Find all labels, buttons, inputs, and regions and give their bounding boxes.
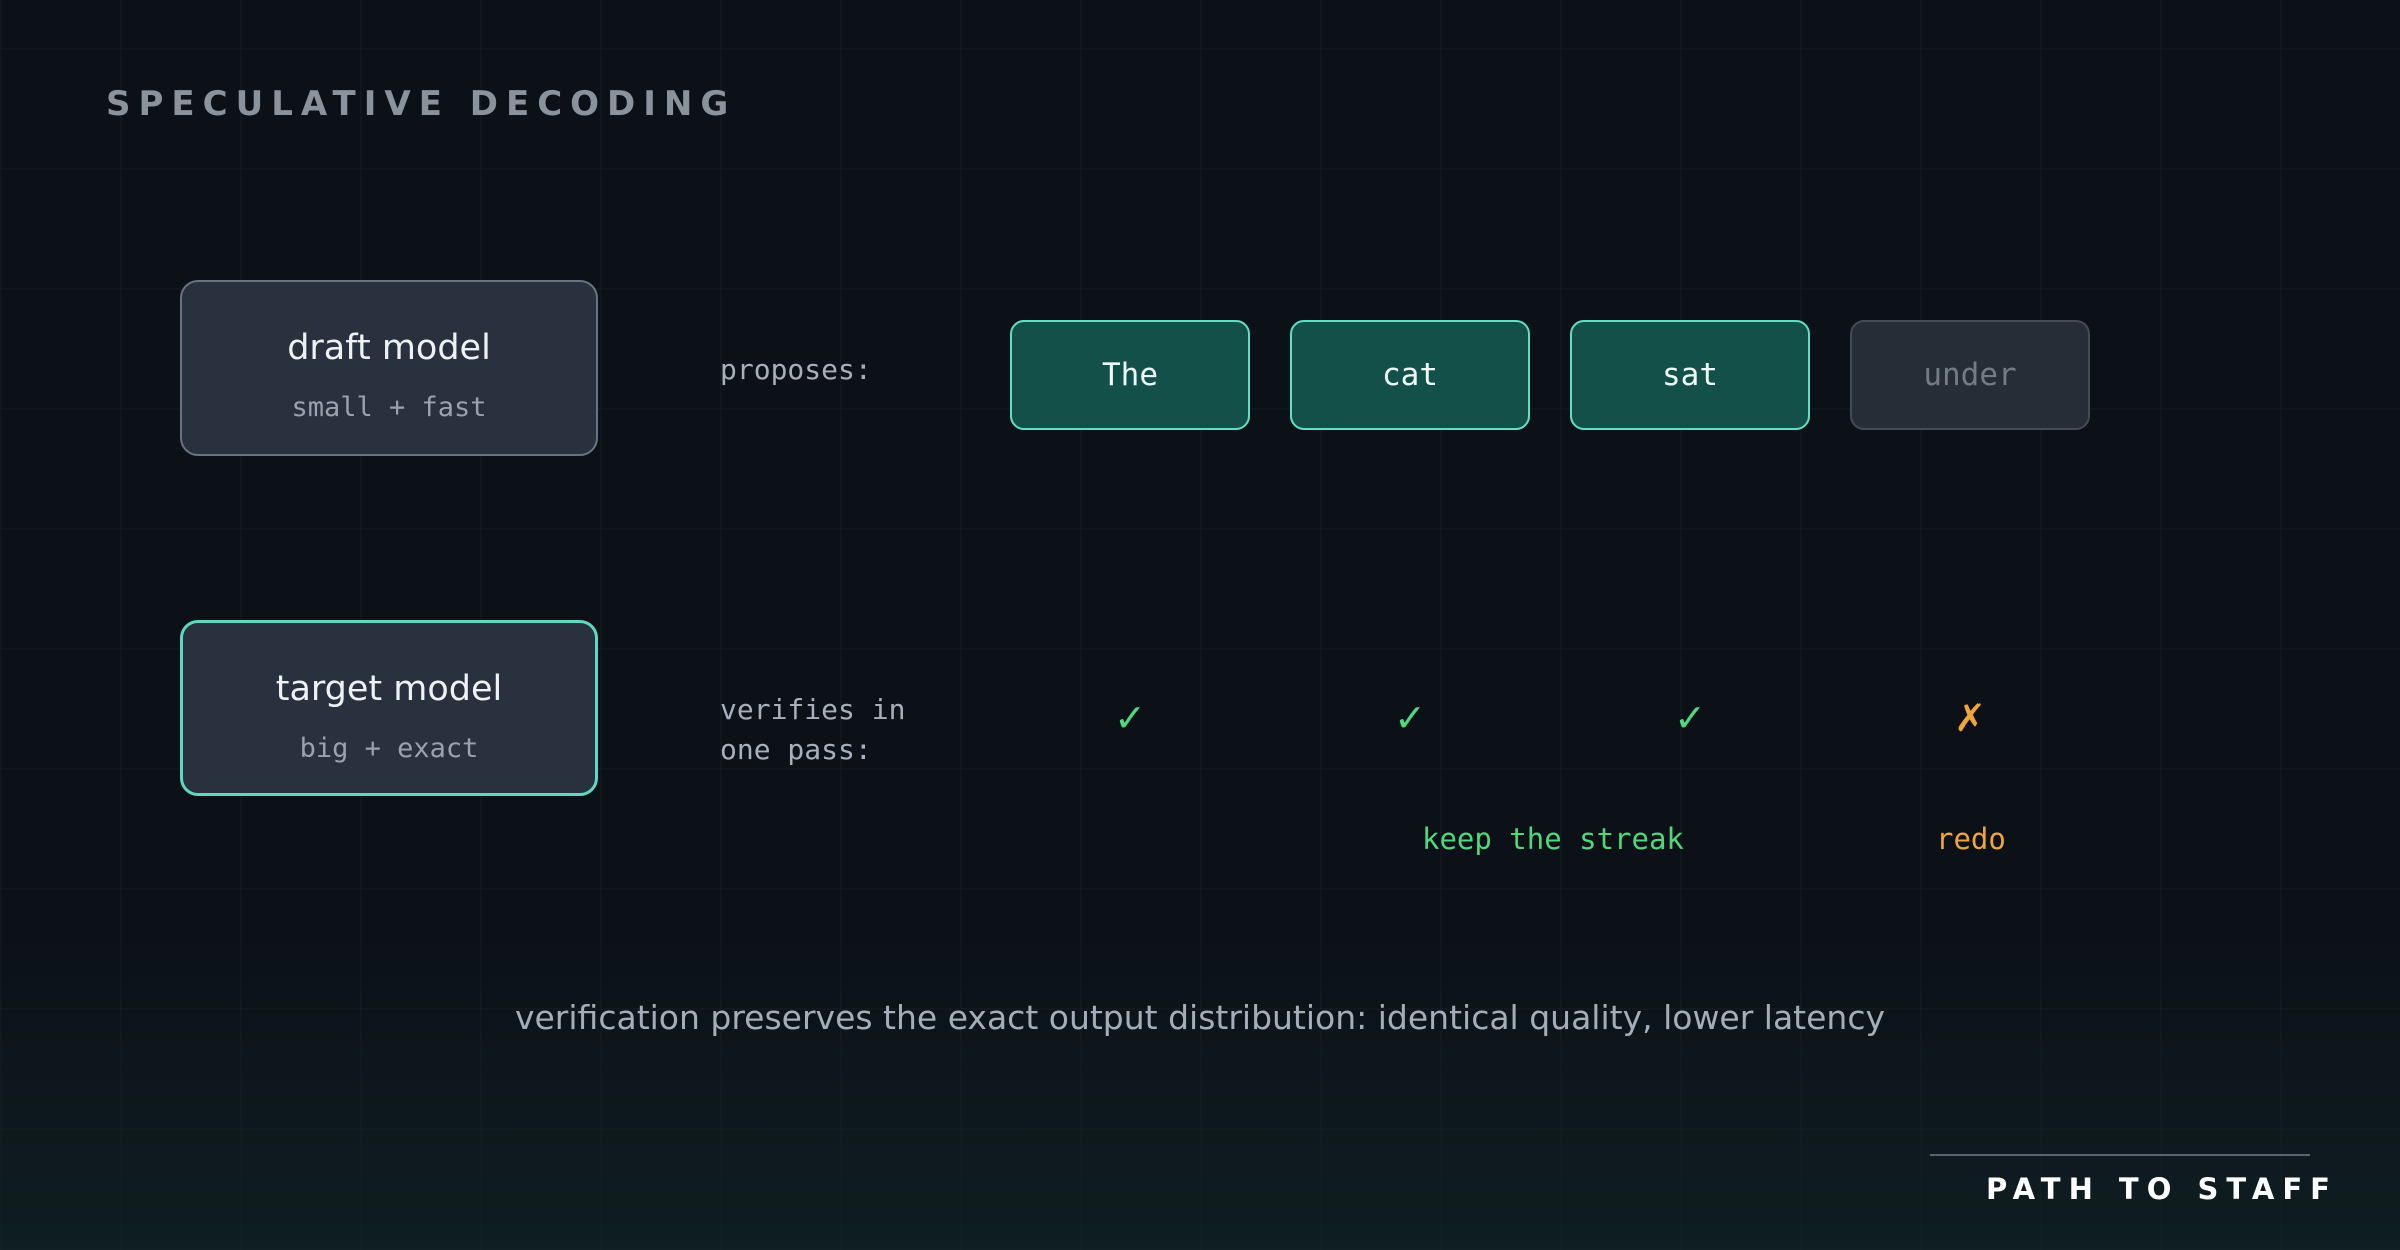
target-model-box: target model big + exact — [180, 620, 598, 796]
keep-streak-note: keep the streak — [1422, 822, 1684, 856]
caption: verification preserves the exact output … — [514, 998, 1886, 1037]
proposes-label: proposes: — [720, 353, 872, 386]
cross-icon: ✗ — [1954, 696, 1986, 740]
diagram-canvas: SPECULATIVE DECODING draft model small +… — [0, 0, 2400, 1250]
check-icon: ✓ — [1674, 696, 1706, 740]
check-icon: ✓ — [1114, 696, 1146, 740]
slide-title: SPECULATIVE DECODING — [106, 84, 737, 124]
verifies-label: verifies in one pass: — [720, 693, 906, 766]
token-cat: cat — [1290, 320, 1530, 430]
target-model-subtitle: big + exact — [299, 733, 479, 764]
brand-divider — [1930, 1154, 2310, 1156]
draft-model-name: draft model — [287, 328, 491, 368]
token-under: under — [1850, 320, 2090, 430]
brand-label: PATH TO STAFF — [1986, 1172, 2338, 1206]
target-model-name: target model — [275, 669, 503, 709]
token-the: The — [1010, 320, 1250, 430]
draft-model-box: draft model small + fast — [180, 280, 598, 456]
draft-model-subtitle: small + fast — [291, 392, 487, 423]
redo-note: redo — [1936, 822, 2006, 856]
token-sat: sat — [1570, 320, 1810, 430]
check-icon: ✓ — [1394, 696, 1426, 740]
